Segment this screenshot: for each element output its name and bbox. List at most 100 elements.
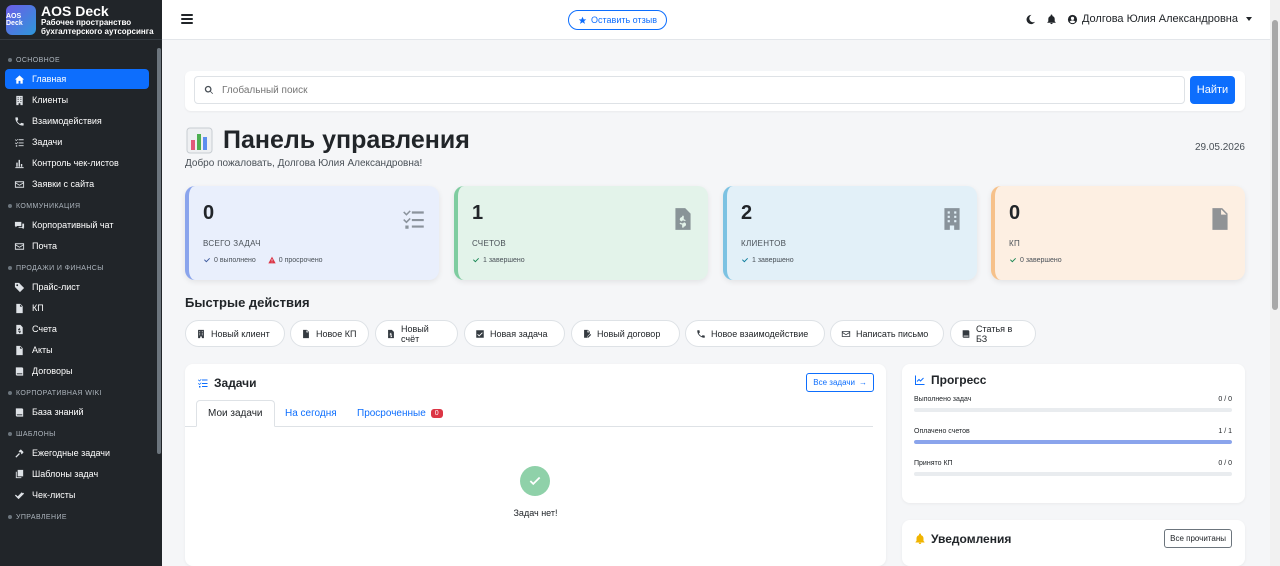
warning-icon — [268, 256, 276, 264]
page-title: Панель управления — [223, 126, 470, 154]
quick-action-button[interactable]: Статья в БЗ — [950, 320, 1036, 347]
quick-action-button[interactable]: Написать письмо — [830, 320, 944, 347]
quick-action-label: Новый договор — [597, 328, 661, 339]
progress-row-label: Оплачено счетов — [914, 428, 970, 435]
check-icon — [1009, 256, 1017, 264]
progress-card: Прогресс Выполнено задач 0 / 0 Оплачено сч… — [902, 364, 1245, 503]
sidebar-item-label: Взаимодействия — [32, 116, 102, 126]
user-menu[interactable]: Долгова Юлия Александровна — [1067, 13, 1252, 25]
search-icon — [204, 85, 214, 95]
tab-overdue[interactable]: Просроченные 0 — [357, 400, 443, 427]
quick-action-button[interactable]: Новая задача — [464, 320, 565, 347]
sidebar-item[interactable]: База знаний — [5, 402, 149, 422]
global-search-card: Найти — [185, 71, 1245, 111]
leave-review-button[interactable]: Оставить отзыв — [568, 10, 667, 30]
sidebar-item[interactable]: КП — [5, 298, 149, 318]
mark-all-read-button[interactable]: Все прочитаны — [1164, 529, 1232, 548]
sidebar-item-label: Чек-листы — [32, 490, 76, 500]
sidebar-section-label: ОСНОВНОЕ — [16, 56, 61, 64]
overdue-badge: 0 — [430, 409, 443, 418]
search-button[interactable]: Найти — [1190, 76, 1235, 104]
tasks-icon — [14, 137, 25, 148]
user-circle-icon — [1067, 14, 1078, 24]
progress-row-label: Принято КП — [914, 460, 953, 467]
brand[interactable]: AOS Deck AOS Deck Рабочее пространство б… — [0, 0, 162, 40]
stat-label: КЛИЕНТОВ — [741, 239, 787, 248]
sidebar-scrollbar[interactable] — [157, 48, 161, 454]
quick-action-button[interactable]: Новое КП — [290, 320, 369, 347]
quick-action-button[interactable]: Новое взаимодействие — [685, 320, 825, 347]
sidebar-item[interactable]: Договоры — [5, 361, 149, 381]
sidebar-item[interactable]: Шаблоны задач — [5, 464, 149, 484]
tasks-icon — [198, 379, 208, 388]
tasks-icon — [401, 206, 427, 232]
sidebar-section-title: КОММУНИКАЦИЯ — [0, 198, 162, 214]
sidebar-item-label: Главная — [32, 74, 67, 84]
sidebar-item[interactable]: Чек-листы — [5, 485, 149, 505]
tasks-empty-text: Задач нет! — [513, 508, 558, 518]
sidebar-item[interactable]: Контроль чек-листов — [5, 153, 149, 173]
file-invoice-icon — [14, 324, 25, 335]
stat-sub: 1 завершено — [741, 256, 794, 264]
stat-card[interactable]: 0 ВСЕГО ЗАДАЧ 0 выполнено 0 просрочено — [185, 186, 439, 280]
sidebar-item-label: Задачи — [32, 137, 63, 147]
progress-row: Оплачено счетов 1 / 1 — [914, 428, 1232, 444]
tab-my-tasks[interactable]: Мои задачи — [196, 400, 275, 427]
check-icon — [741, 256, 749, 264]
brand-subtitle-line1: Рабочее пространство — [41, 17, 132, 27]
file-icon — [14, 345, 25, 356]
bell-icon — [915, 533, 925, 544]
sidebar-nav: ОСНОВНОЕ Главная Клиенты Взаимодействия Зада… — [0, 40, 162, 525]
book-icon — [961, 329, 971, 339]
hammer-icon — [14, 448, 25, 459]
page-scrollbar[interactable] — [1270, 0, 1280, 566]
sidebar-item-label: Почта — [32, 241, 57, 251]
stat-card[interactable]: 1 СЧЕТОВ 1 завершено — [454, 186, 708, 280]
sidebar-item-label: Заявки с сайта — [32, 179, 95, 189]
sidebar-item[interactable]: Корпоративный чат — [5, 215, 149, 235]
sidebar-item[interactable]: Счета — [5, 319, 149, 339]
sidebar-section-label: ПРОДАЖИ И ФИНАНСЫ — [16, 264, 104, 272]
sidebar-section-title: ОСНОВНОЕ — [0, 52, 162, 68]
global-search-input[interactable] — [222, 84, 1184, 96]
stat-sub: 0 выполнено — [203, 256, 256, 264]
sidebar-item[interactable]: Главная — [5, 69, 149, 89]
sidebar-item-label: Клиенты — [32, 95, 69, 105]
phone-icon — [696, 329, 706, 339]
all-tasks-button[interactable]: Все задачи → — [806, 373, 874, 392]
sidebar-section-title: УПРАВЛЕНИЕ — [0, 509, 162, 525]
stat-sub-text: 1 завершено — [483, 256, 525, 264]
sidebar-item[interactable]: Клиенты — [5, 90, 149, 110]
quick-action-button[interactable]: Новый счёт — [375, 320, 458, 347]
stat-card[interactable]: 2 КЛИЕНТОВ 1 завершено — [723, 186, 977, 280]
sidebar-item[interactable]: Акты — [5, 340, 149, 360]
sidebar-item[interactable]: Взаимодействия — [5, 111, 149, 131]
check-circle-icon — [520, 466, 550, 496]
stat-card[interactable]: 0 КП 0 завершено — [991, 186, 1245, 280]
menu-toggle-icon[interactable] — [181, 14, 193, 24]
bell-icon[interactable] — [1046, 13, 1057, 25]
building-icon — [939, 206, 965, 232]
tasks-card: Задачи Все задачи → Мои задачи На сегодн… — [185, 364, 886, 566]
stat-sub-text: 0 просрочено — [278, 256, 323, 264]
tab-today[interactable]: На сегодня — [285, 400, 337, 427]
tasks-title: Задачи — [214, 376, 257, 390]
quick-actions-title: Быстрые действия — [185, 295, 310, 310]
quick-action-button[interactable]: Новый клиент — [185, 320, 285, 347]
sidebar-item[interactable]: Прайс-лист — [5, 277, 149, 297]
quick-action-button[interactable]: Новый договор — [571, 320, 680, 347]
sidebar-item[interactable]: Задачи — [5, 132, 149, 152]
sidebar-item[interactable]: Заявки с сайта — [5, 174, 149, 194]
progress-bar — [914, 472, 1232, 476]
chevron-down-icon — [1246, 17, 1252, 21]
moon-icon[interactable] — [1025, 14, 1036, 25]
file-signature-icon — [582, 329, 592, 339]
stat-sub-text: 1 завершено — [752, 256, 794, 264]
book-icon — [14, 407, 25, 418]
file-icon — [14, 303, 25, 314]
sidebar-item[interactable]: Ежегодные задачи — [5, 443, 149, 463]
sidebar-section-title: ШАБЛОНЫ — [0, 426, 162, 442]
sidebar-item[interactable]: Почта — [5, 236, 149, 256]
global-search-box[interactable] — [194, 76, 1185, 104]
tab-overdue-label: Просроченные — [357, 408, 426, 419]
